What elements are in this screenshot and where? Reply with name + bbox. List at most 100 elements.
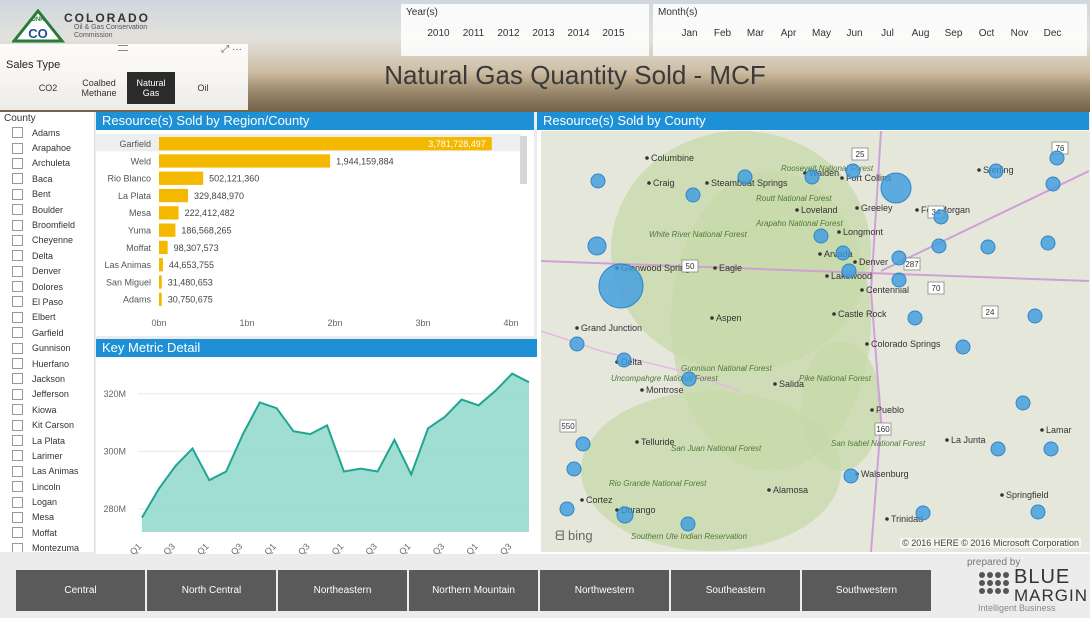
county-bubble[interactable]	[1027, 308, 1043, 324]
county-bubble[interactable]	[616, 352, 632, 368]
checkbox-icon[interactable]	[12, 219, 23, 231]
county-item-jefferson[interactable]: Jefferson	[0, 387, 94, 402]
county-item-kiowa[interactable]: Kiowa	[0, 402, 94, 417]
county-item-boulder[interactable]: Boulder	[0, 202, 94, 217]
county-item-broomfield[interactable]: Broomfield	[0, 217, 94, 232]
checkbox-icon[interactable]	[12, 250, 23, 262]
county-bubble[interactable]	[931, 238, 947, 254]
county-item-montezuma[interactable]: Montezuma	[0, 541, 94, 552]
county-item-gunnison[interactable]: Gunnison	[0, 340, 94, 355]
county-bubble[interactable]	[845, 163, 861, 179]
county-item-cheyenne[interactable]: Cheyenne	[0, 233, 94, 248]
area-point-10-Q4[interactable]	[190, 447, 194, 451]
county-bubble[interactable]	[575, 436, 591, 452]
area-point-13-Q2[interactable]	[359, 467, 363, 471]
county-bubble[interactable]	[590, 173, 606, 189]
county-item-garfield[interactable]: Garfield	[0, 325, 94, 340]
checkbox-icon[interactable]	[12, 373, 23, 385]
county-bubble[interactable]	[915, 505, 931, 521]
bar-rio-blanco[interactable]	[159, 171, 204, 185]
county-bubble[interactable]	[988, 163, 1004, 179]
bar-weld[interactable]	[159, 154, 331, 168]
county-bubble[interactable]	[569, 336, 585, 352]
checkbox-icon[interactable]	[12, 527, 23, 539]
year-option-2013[interactable]: 2013	[526, 28, 561, 39]
more-options-icon[interactable]: ···	[232, 44, 242, 55]
county-bubble[interactable]	[1030, 504, 1046, 520]
area-point-11-Q1[interactable]	[207, 478, 211, 482]
county-bubble[interactable]	[681, 371, 697, 387]
month-option-dec[interactable]: Dec	[1036, 28, 1069, 39]
area-point-11-Q4[interactable]	[258, 400, 262, 404]
checkbox-icon[interactable]	[12, 419, 23, 431]
county-bubble[interactable]	[685, 187, 701, 203]
county-bubble[interactable]	[880, 172, 912, 204]
county-item-bent[interactable]: Bent	[0, 187, 94, 202]
county-bubble[interactable]	[990, 441, 1006, 457]
county-item-denver[interactable]: Denver	[0, 264, 94, 279]
month-option-feb[interactable]: Feb	[706, 28, 739, 39]
map-canvas[interactable]: ColumbineCraig Steamboat SpringsWalden For…	[541, 131, 1089, 552]
county-item-logan[interactable]: Logan	[0, 494, 94, 509]
county-bubble[interactable]	[980, 239, 996, 255]
year-option-2012[interactable]: 2012	[491, 28, 526, 39]
area-point-11-Q2[interactable]	[224, 470, 228, 474]
county-bubble[interactable]	[616, 506, 634, 524]
bar-adams[interactable]	[159, 292, 162, 306]
sales-type-natural-gas[interactable]: Natural Gas	[127, 72, 175, 104]
month-option-sep[interactable]: Sep	[937, 28, 970, 39]
area-point-12-Q4[interactable]	[325, 423, 329, 427]
county-item-kit-carson[interactable]: Kit Carson	[0, 417, 94, 432]
county-bubble[interactable]	[907, 310, 923, 326]
year-option-2015[interactable]: 2015	[596, 28, 631, 39]
sales-type-coalbed-methane[interactable]: Coalbed Methane	[74, 72, 124, 104]
checkbox-icon[interactable]	[12, 388, 23, 400]
month-option-nov[interactable]: Nov	[1003, 28, 1036, 39]
county-item-el-paso[interactable]: El Paso	[0, 294, 94, 309]
checkbox-icon[interactable]	[12, 281, 23, 293]
checkbox-icon[interactable]	[12, 404, 23, 416]
area-point-12-Q1[interactable]	[275, 406, 279, 410]
county-item-archuleta[interactable]: Archuleta	[0, 156, 94, 171]
county-bubble[interactable]	[1045, 176, 1061, 192]
region-button-northeastern[interactable]: Northeastern	[278, 570, 407, 611]
checkbox-icon[interactable]	[12, 157, 23, 169]
county-bubble[interactable]	[933, 209, 949, 225]
checkbox-icon[interactable]	[12, 265, 23, 277]
region-button-southeastern[interactable]: Southeastern	[671, 570, 800, 611]
area-point-15-Q4[interactable]	[527, 380, 531, 384]
county-item-arapahoe[interactable]: Arapahoe	[0, 140, 94, 155]
county-bubble[interactable]	[598, 263, 644, 309]
area-point-14-Q3[interactable]	[443, 415, 447, 419]
area-point-10-Q2[interactable]	[157, 487, 161, 491]
bar-la-plata[interactable]	[159, 188, 189, 203]
checkbox-icon[interactable]	[12, 188, 23, 200]
area-point-14-Q2[interactable]	[426, 426, 430, 430]
county-item-elbert[interactable]: Elbert	[0, 310, 94, 325]
county-item-las-animas[interactable]: Las Animas	[0, 464, 94, 479]
area-point-14-Q1[interactable]	[409, 472, 413, 476]
checkbox-icon[interactable]	[12, 327, 23, 339]
area-point-12-Q3[interactable]	[308, 432, 312, 436]
area-point-15-Q3[interactable]	[510, 372, 514, 376]
county-bubble[interactable]	[1040, 235, 1056, 251]
region-button-central[interactable]: Central	[16, 570, 145, 611]
region-button-southwestern[interactable]: Southwestern	[802, 570, 931, 611]
region-button-northwestern[interactable]: Northwestern	[540, 570, 669, 611]
checkbox-icon[interactable]	[12, 142, 23, 154]
county-item-huerfano[interactable]: Huerfano	[0, 356, 94, 371]
county-item-larimer[interactable]: Larimer	[0, 448, 94, 463]
county-bubble[interactable]	[835, 245, 851, 261]
county-item-baca[interactable]: Baca	[0, 171, 94, 186]
checkbox-icon[interactable]	[12, 173, 23, 185]
county-item-mesa[interactable]: Mesa	[0, 510, 94, 525]
area-point-14-Q4[interactable]	[460, 398, 464, 402]
region-button-north-central[interactable]: North Central	[147, 570, 276, 611]
month-option-mar[interactable]: Mar	[739, 28, 772, 39]
month-option-jun[interactable]: Jun	[838, 28, 871, 39]
bar-las-animas[interactable]	[159, 258, 163, 272]
area-point-13-Q3[interactable]	[376, 470, 380, 474]
county-bubble[interactable]	[566, 461, 582, 477]
county-bubble[interactable]	[804, 169, 820, 185]
bar-san-miguel[interactable]	[159, 275, 162, 289]
